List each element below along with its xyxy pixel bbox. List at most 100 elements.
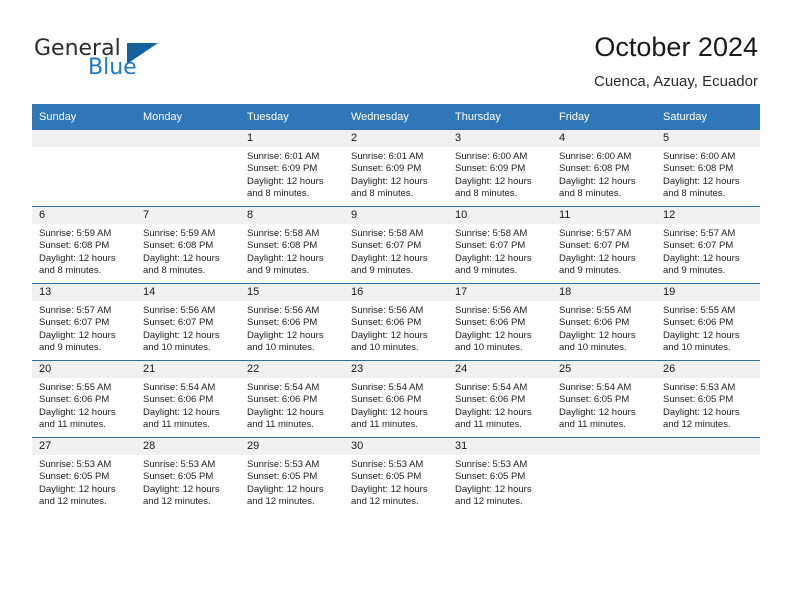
day-number: 20	[32, 361, 136, 378]
sunrise-text: Sunrise: 5:57 AM	[663, 228, 736, 239]
calendar-day-cell[interactable]: 14 Sunrise: 5:56 AM Sunset: 6:07 PM Dayligh…	[136, 283, 240, 361]
day-number: 26	[656, 361, 760, 378]
day-sun-info: Sunrise: 5:56 AM Sunset: 6:07 PM Daylight:…	[136, 301, 240, 354]
calendar-day-cell[interactable]: 27 Sunrise: 5:53 AM Sunset: 6:05 PM Dayligh…	[32, 437, 136, 514]
day-number: 24	[448, 361, 552, 378]
day-sun-info: Sunrise: 5:54 AM Sunset: 6:05 PM Daylight:…	[552, 378, 656, 431]
weekday-header-sunday: Sunday	[32, 104, 136, 130]
day-sun-info: Sunrise: 5:58 AM Sunset: 6:07 PM Daylight:…	[448, 224, 552, 277]
day-box: 20 Sunrise: 5:55 AM Sunset: 6:06 PM Dayligh…	[32, 361, 136, 437]
sunset-text: Sunset: 6:08 PM	[39, 240, 110, 252]
day-number: 25	[552, 361, 656, 378]
day-number: 4	[552, 130, 656, 147]
calendar-day-cell[interactable]: 7 Sunrise: 5:59 AM Sunset: 6:08 PM Daylight…	[136, 206, 240, 284]
day-number: 10	[448, 207, 552, 224]
day-sun-info: Sunrise: 5:53 AM Sunset: 6:05 PM Daylight:…	[32, 455, 136, 508]
day-sun-info: Sunrise: 5:54 AM Sunset: 6:06 PM Daylight:…	[136, 378, 240, 431]
sunrise-text: Sunrise: 5:54 AM	[559, 382, 632, 393]
calendar-day-cell[interactable]: 15 Sunrise: 5:56 AM Sunset: 6:06 PM Dayligh…	[240, 283, 344, 361]
calendar-day-cell[interactable]: 3 Sunrise: 6:00 AM Sunset: 6:09 PM Daylight…	[448, 129, 552, 207]
calendar-day-cell[interactable]: 9 Sunrise: 5:58 AM Sunset: 6:07 PM Daylight…	[344, 206, 448, 284]
calendar-day-cell[interactable]: 18 Sunrise: 5:55 AM Sunset: 6:06 PM Dayligh…	[552, 283, 656, 361]
calendar-day-cell[interactable]: 23 Sunrise: 5:54 AM Sunset: 6:06 PM Dayligh…	[344, 360, 448, 438]
daylight-text: Daylight: 12 hours and 10 minutes.	[559, 329, 636, 353]
page-title: October 2024	[594, 32, 758, 62]
daylight-text: Daylight: 12 hours and 10 minutes.	[663, 329, 740, 353]
calendar-day-cell[interactable]: 20 Sunrise: 5:55 AM Sunset: 6:06 PM Dayligh…	[32, 360, 136, 438]
calendar-day-cell[interactable]: 30 Sunrise: 5:53 AM Sunset: 6:05 PM Dayligh…	[344, 437, 448, 514]
calendar-day-cell[interactable]: 6 Sunrise: 5:59 AM Sunset: 6:08 PM Daylight…	[32, 206, 136, 284]
sunset-text: Sunset: 6:06 PM	[455, 394, 526, 406]
calendar-day-cell[interactable]: 21 Sunrise: 5:54 AM Sunset: 6:06 PM Dayligh…	[136, 360, 240, 438]
calendar-week-row: 6 Sunrise: 5:59 AM Sunset: 6:08 PM Daylight…	[32, 206, 760, 284]
calendar-week-row: 27 Sunrise: 5:53 AM Sunset: 6:05 PM Dayligh…	[32, 437, 760, 514]
day-number: 6	[32, 207, 136, 224]
weekday-header-thursday: Thursday	[448, 104, 552, 130]
day-number: 28	[136, 438, 240, 455]
day-number: 23	[344, 361, 448, 378]
day-sun-info: Sunrise: 5:53 AM Sunset: 6:05 PM Daylight:…	[448, 455, 552, 508]
day-box: 24 Sunrise: 5:54 AM Sunset: 6:06 PM Dayligh…	[448, 361, 552, 437]
calendar-day-cell[interactable]: 28 Sunrise: 5:53 AM Sunset: 6:05 PM Dayligh…	[136, 437, 240, 514]
day-box: 9 Sunrise: 5:58 AM Sunset: 6:07 PM Daylight…	[344, 207, 448, 283]
day-number: 18	[552, 284, 656, 301]
weekday-header-saturday: Saturday	[656, 104, 760, 130]
calendar-day-cell[interactable]: 22 Sunrise: 5:54 AM Sunset: 6:06 PM Dayligh…	[240, 360, 344, 438]
calendar-day-cell[interactable]: 4 Sunrise: 6:00 AM Sunset: 6:08 PM Daylight…	[552, 129, 656, 207]
sunset-text: Sunset: 6:05 PM	[559, 394, 630, 406]
day-sun-info: Sunrise: 5:57 AM Sunset: 6:07 PM Daylight:…	[552, 224, 656, 277]
sunrise-text: Sunrise: 6:01 AM	[247, 151, 320, 162]
page-header: General Blue October 2024 Cuenca, Azuay,…	[0, 0, 792, 104]
day-number: 11	[552, 207, 656, 224]
daylight-text: Daylight: 12 hours and 12 minutes.	[663, 406, 740, 430]
calendar-body: 1 Sunrise: 6:01 AM Sunset: 6:09 PM Daylight…	[32, 129, 760, 514]
sunset-text: Sunset: 6:09 PM	[455, 163, 526, 175]
day-box: 8 Sunrise: 5:58 AM Sunset: 6:08 PM Daylight…	[240, 207, 344, 283]
daylight-text: Daylight: 12 hours and 11 minutes.	[143, 406, 220, 430]
calendar-day-cell[interactable]: 5 Sunrise: 6:00 AM Sunset: 6:08 PM Daylight…	[656, 129, 760, 207]
day-number: 1	[240, 130, 344, 147]
calendar-cell-empty	[32, 129, 136, 207]
day-box: 23 Sunrise: 5:54 AM Sunset: 6:06 PM Dayligh…	[344, 361, 448, 437]
day-number	[136, 130, 240, 147]
calendar-day-cell[interactable]: 26 Sunrise: 5:53 AM Sunset: 6:05 PM Dayligh…	[656, 360, 760, 438]
daylight-text: Daylight: 12 hours and 10 minutes.	[247, 329, 324, 353]
sunrise-text: Sunrise: 5:56 AM	[455, 305, 528, 316]
sunset-text: Sunset: 6:07 PM	[143, 317, 214, 329]
calendar-day-cell[interactable]: 19 Sunrise: 5:55 AM Sunset: 6:06 PM Dayligh…	[656, 283, 760, 361]
calendar-table: Sunday Monday Tuesday Wednesday Thursday…	[32, 104, 760, 514]
calendar-day-cell[interactable]: 1 Sunrise: 6:01 AM Sunset: 6:09 PM Daylight…	[240, 129, 344, 207]
sunrise-text: Sunrise: 5:57 AM	[559, 228, 632, 239]
day-number: 29	[240, 438, 344, 455]
calendar-cell-empty	[552, 437, 656, 514]
calendar-day-cell[interactable]: 17 Sunrise: 5:56 AM Sunset: 6:06 PM Dayligh…	[448, 283, 552, 361]
day-sun-info: Sunrise: 5:58 AM Sunset: 6:08 PM Daylight:…	[240, 224, 344, 277]
calendar-day-cell[interactable]: 12 Sunrise: 5:57 AM Sunset: 6:07 PM Dayligh…	[656, 206, 760, 284]
weekday-header-row: Sunday Monday Tuesday Wednesday Thursday…	[32, 104, 760, 130]
sunrise-text: Sunrise: 5:58 AM	[247, 228, 320, 239]
daylight-text: Daylight: 12 hours and 8 minutes.	[143, 252, 220, 276]
day-sun-info: Sunrise: 5:54 AM Sunset: 6:06 PM Daylight:…	[448, 378, 552, 431]
sunset-text: Sunset: 6:06 PM	[351, 394, 422, 406]
calendar-day-cell[interactable]: 31 Sunrise: 5:53 AM Sunset: 6:05 PM Dayligh…	[448, 437, 552, 514]
sunrise-text: Sunrise: 5:53 AM	[663, 382, 736, 393]
weekday-header-friday: Friday	[552, 104, 656, 130]
daylight-text: Daylight: 12 hours and 12 minutes.	[247, 483, 324, 507]
sunset-text: Sunset: 6:09 PM	[351, 163, 422, 175]
calendar-day-cell[interactable]: 29 Sunrise: 5:53 AM Sunset: 6:05 PM Dayligh…	[240, 437, 344, 514]
sunrise-text: Sunrise: 5:59 AM	[143, 228, 216, 239]
calendar-day-cell[interactable]: 10 Sunrise: 5:58 AM Sunset: 6:07 PM Dayligh…	[448, 206, 552, 284]
calendar-day-cell[interactable]: 2 Sunrise: 6:01 AM Sunset: 6:09 PM Daylight…	[344, 129, 448, 207]
day-number: 30	[344, 438, 448, 455]
weekday-header-tuesday: Tuesday	[240, 104, 344, 130]
calendar-day-cell[interactable]: 13 Sunrise: 5:57 AM Sunset: 6:07 PM Dayligh…	[32, 283, 136, 361]
calendar-day-cell[interactable]: 11 Sunrise: 5:57 AM Sunset: 6:07 PM Dayligh…	[552, 206, 656, 284]
calendar-day-cell[interactable]: 24 Sunrise: 5:54 AM Sunset: 6:06 PM Dayligh…	[448, 360, 552, 438]
day-box: 11 Sunrise: 5:57 AM Sunset: 6:07 PM Dayligh…	[552, 207, 656, 283]
daylight-text: Daylight: 12 hours and 8 minutes.	[39, 252, 116, 276]
calendar-day-cell[interactable]: 8 Sunrise: 5:58 AM Sunset: 6:08 PM Daylight…	[240, 206, 344, 284]
day-box: 26 Sunrise: 5:53 AM Sunset: 6:05 PM Dayligh…	[656, 361, 760, 437]
calendar-day-cell[interactable]: 16 Sunrise: 5:56 AM Sunset: 6:06 PM Dayligh…	[344, 283, 448, 361]
calendar-day-cell[interactable]: 25 Sunrise: 5:54 AM Sunset: 6:05 PM Dayligh…	[552, 360, 656, 438]
weekday-header-monday: Monday	[136, 104, 240, 130]
